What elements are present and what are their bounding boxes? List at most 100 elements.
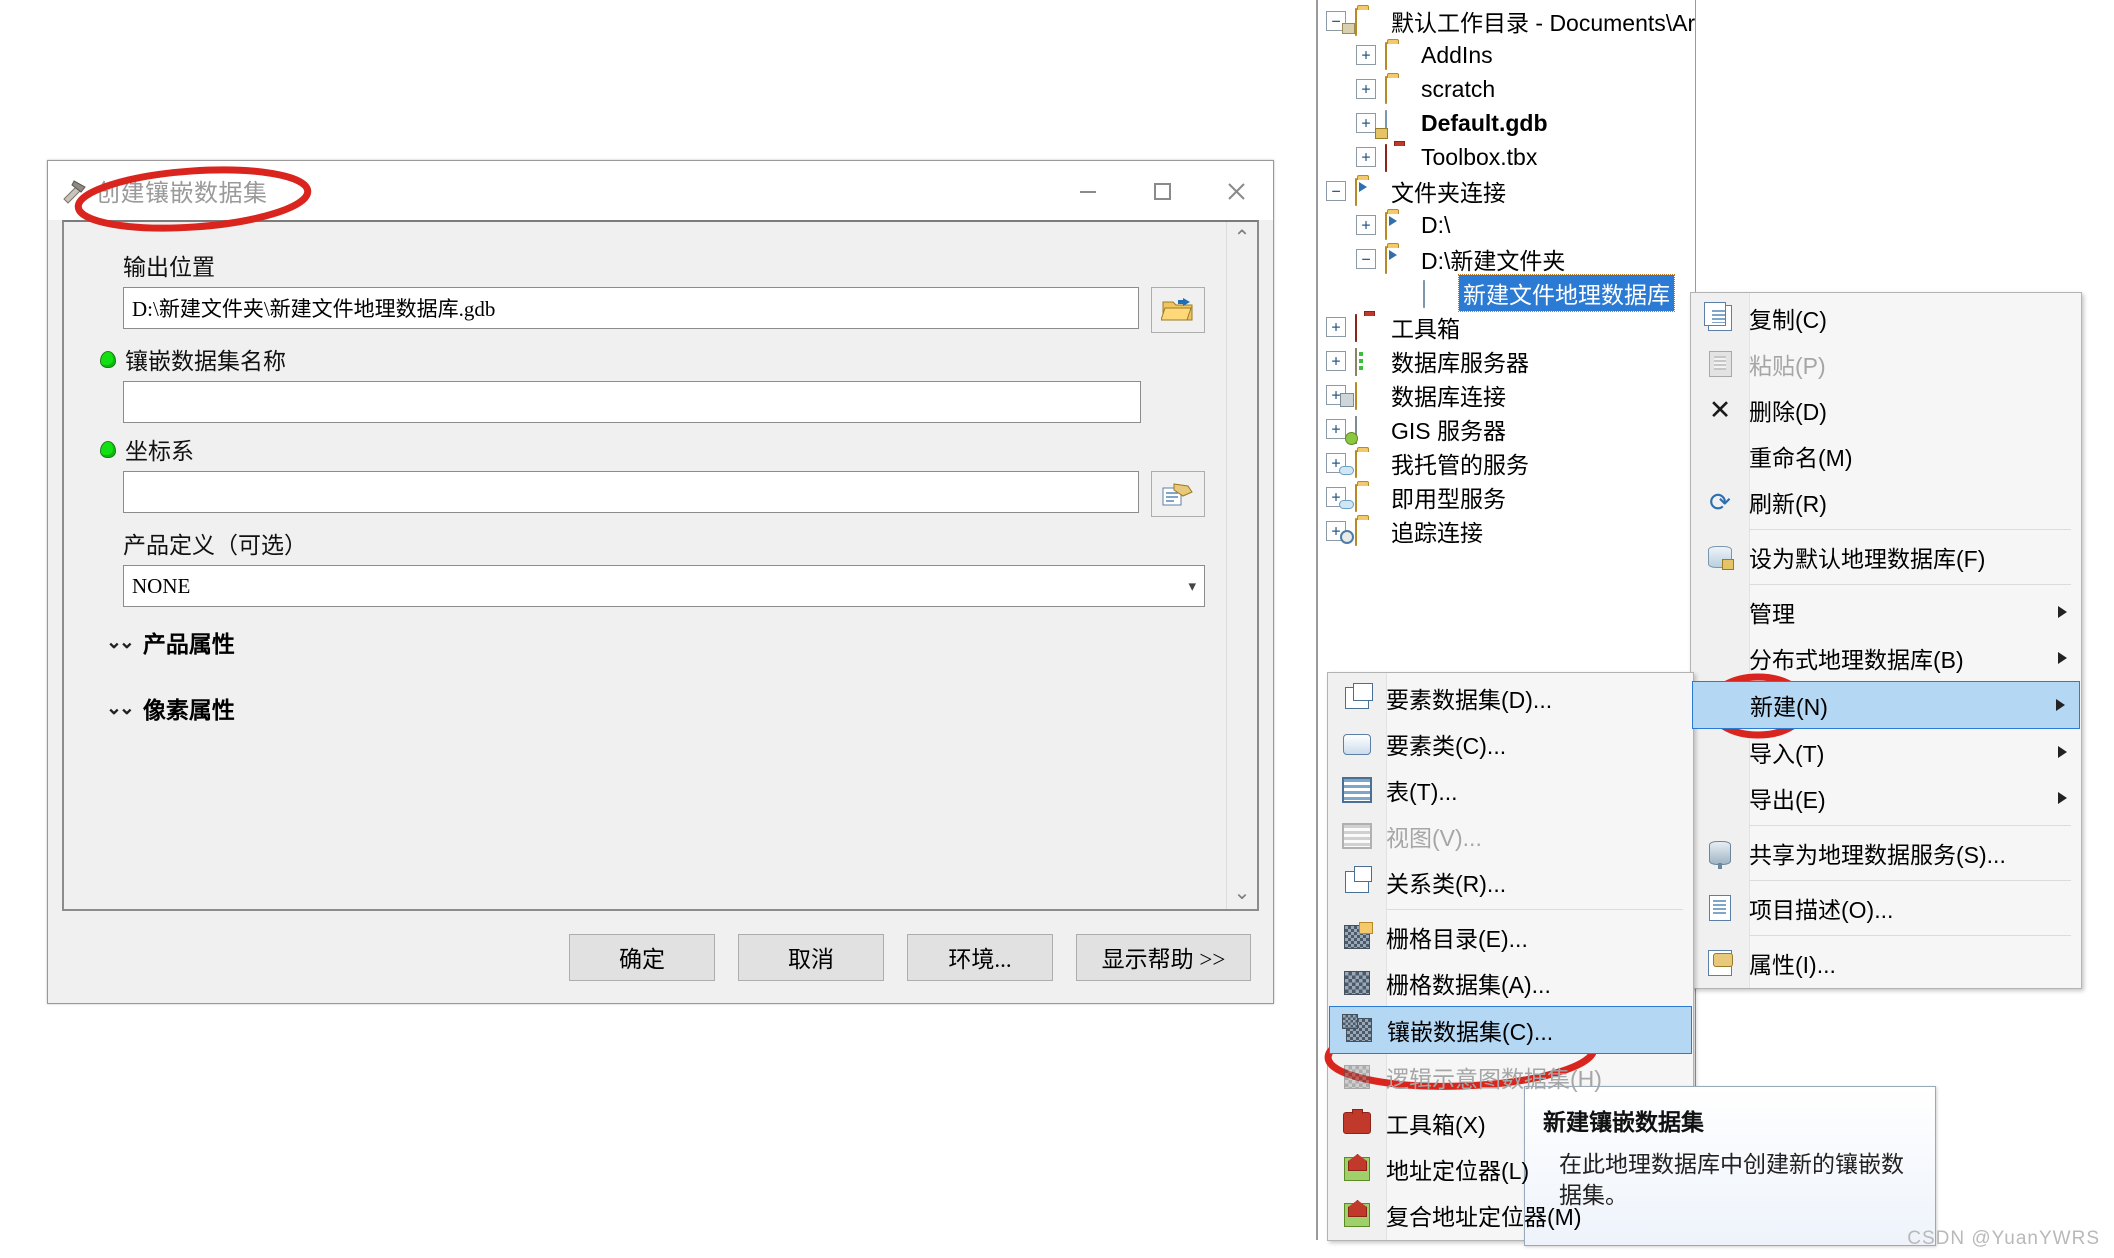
watermark: CSDN @YuanYWRS (1907, 1228, 2100, 1249)
submenu-item-view: 视图(V)... (1328, 813, 1693, 859)
address-locator-icon (1342, 1155, 1372, 1183)
hammer-icon (60, 178, 90, 204)
ok-button[interactable]: 确定 (569, 933, 715, 981)
tree-item-default-workspace[interactable]: − 默认工作目录 - Documents\ArcGIS (1318, 4, 1695, 38)
tree-item-addins[interactable]: + AddIns (1318, 38, 1695, 72)
database-connection-icon (1355, 382, 1383, 410)
tree-item-tracking-connections[interactable]: + 追踪连接 (1318, 514, 1695, 548)
submenu-item-relationship-class[interactable]: 关系类(R)... (1328, 859, 1693, 905)
submenu-item-composite-address-locator[interactable]: 复合地址定位器(M) (1328, 1192, 1693, 1238)
tree-item-new-file-geodatabase[interactable]: 新建文件地理数据库 (1318, 274, 1695, 312)
tree-item-drive-d[interactable]: + D:\ (1318, 208, 1695, 242)
submenu-item-feature-dataset[interactable]: 要素数据集(D)... (1328, 675, 1693, 721)
menu-item-distributed-geodatabase[interactable]: 分布式地理数据库(B) (1691, 635, 2081, 681)
folder-icon (1385, 76, 1413, 104)
menu-item-export[interactable]: 导出(E) (1691, 775, 2081, 821)
dialog-titlebar: 创建镶嵌数据集 (48, 161, 1273, 220)
output-location-input[interactable]: D:\新建文件夹\新建文件地理数据库.gdb (123, 287, 1139, 329)
collapse-icon[interactable]: − (1326, 181, 1346, 201)
scroll-up-icon[interactable]: ⌃ (1234, 228, 1251, 248)
submenu-item-feature-class[interactable]: 要素类(C)... (1328, 721, 1693, 767)
share-icon (1705, 839, 1735, 869)
collapse-icon[interactable]: − (1356, 249, 1376, 269)
expand-icon[interactable]: + (1356, 79, 1376, 99)
spatial-reference-icon[interactable] (1151, 471, 1205, 517)
chevron-double-down-icon: ⌄⌄ (106, 631, 135, 653)
section-product-properties[interactable]: ⌄⌄ 产品属性 (106, 625, 1205, 659)
menu-item-manage[interactable]: 管理 (1691, 589, 2081, 635)
menu-item-rename[interactable]: 重命名(M) (1691, 433, 2081, 479)
database-server-icon (1355, 348, 1383, 376)
menu-item-item-description[interactable]: 项目描述(O)... (1691, 885, 2081, 931)
menu-item-delete[interactable]: ✕ 删除(D) (1691, 387, 2081, 433)
close-button[interactable] (1199, 161, 1273, 220)
form-fields: 输出位置 D:\新建文件夹\新建文件地理数据库.gdb 镶嵌数据集名称 坐标系 … (64, 222, 1227, 909)
table-icon (1342, 776, 1372, 804)
coordinate-system-label: 坐标系 (100, 432, 1205, 466)
tree-item-scratch[interactable]: + scratch (1318, 72, 1695, 106)
coordinate-system-row (100, 471, 1205, 517)
tree-item-my-hosted-services[interactable]: + 我托管的服务 (1318, 446, 1695, 480)
expand-icon[interactable]: + (1326, 419, 1346, 439)
menu-separator (1749, 880, 2071, 881)
menu-item-refresh[interactable]: ⟳ 刷新(R) (1691, 479, 2081, 525)
tree-item-folder-connections[interactable]: − 文件夹连接 (1318, 174, 1695, 208)
folder-open-icon[interactable] (1151, 287, 1205, 333)
menu-item-copy[interactable]: 复制(C) (1691, 295, 2081, 341)
tree-item-database-connections[interactable]: + 数据库连接 (1318, 378, 1695, 412)
folder-connection-icon (1355, 178, 1383, 206)
maximize-button[interactable] (1125, 161, 1199, 220)
tree-item-new-folder[interactable]: − D:\新建文件夹 (1318, 242, 1695, 276)
tree-item-ready-to-use-services[interactable]: + 即用型服务 (1318, 480, 1695, 514)
section-pixel-properties[interactable]: ⌄⌄ 像素属性 (106, 691, 1205, 725)
expand-icon[interactable]: + (1356, 113, 1376, 133)
tree-item-database-servers[interactable]: + 数据库服务器 (1318, 344, 1695, 378)
no-icon (1705, 644, 1735, 672)
tree-item-toolboxes[interactable]: + 工具箱 (1318, 310, 1695, 344)
geodatabase-context-menu[interactable]: 复制(C) 粘贴(P) ✕ 删除(D) 重命名(M) ⟳ 刷新(R) 设为默认地… (1690, 292, 2082, 989)
expand-icon[interactable]: + (1326, 317, 1346, 337)
cloud-folder-icon (1355, 484, 1383, 512)
cancel-button[interactable]: 取消 (738, 933, 884, 981)
submenu-item-table[interactable]: 表(T)... (1328, 767, 1693, 813)
tracking-folder-icon (1355, 518, 1383, 546)
gis-server-icon (1355, 416, 1383, 444)
submenu-item-mosaic-dataset[interactable]: 镶嵌数据集(C)... (1329, 1006, 1692, 1054)
expand-icon[interactable]: + (1356, 45, 1376, 65)
mosaic-name-row (100, 381, 1205, 423)
no-icon (1705, 738, 1735, 766)
menu-item-new[interactable]: 新建(N) (1692, 681, 2080, 729)
feature-class-icon (1342, 730, 1372, 758)
environments-button[interactable]: 环境... (907, 933, 1053, 981)
expand-icon[interactable]: + (1326, 351, 1346, 371)
expand-icon[interactable]: + (1356, 147, 1376, 167)
submenu-item-toolbox[interactable]: 工具箱(X) (1328, 1100, 1693, 1146)
submenu-item-raster-catalog[interactable]: 栅格目录(E)... (1328, 914, 1693, 960)
menu-item-set-default-geodatabase[interactable]: 设为默认地理数据库(F) (1691, 534, 2081, 580)
menu-item-share-as-geodata-service[interactable]: 共享为地理数据服务(S)... (1691, 830, 2081, 876)
tree-item-toolbox-tbx[interactable]: + Toolbox.tbx (1318, 140, 1695, 174)
mosaic-name-label: 镶嵌数据集名称 (100, 342, 1205, 376)
scroll-down-icon[interactable]: ⌄ (1234, 883, 1251, 903)
submenu-item-address-locator[interactable]: 地址定位器(L) (1328, 1146, 1693, 1192)
properties-icon (1705, 949, 1735, 977)
menu-item-properties[interactable]: 属性(I)... (1691, 940, 2081, 986)
required-dot-icon (100, 440, 116, 458)
menu-item-paste: 粘贴(P) (1691, 341, 2081, 387)
new-submenu[interactable]: 要素数据集(D)... 要素类(C)... 表(T)... 视图(V)... 关… (1327, 672, 1694, 1241)
coordinate-system-input[interactable] (123, 471, 1139, 513)
expand-icon[interactable]: + (1356, 215, 1376, 235)
menu-item-import[interactable]: 导入(T) (1691, 729, 2081, 775)
chevron-double-down-icon: ⌄⌄ (106, 697, 135, 719)
view-icon (1342, 822, 1372, 850)
minimize-button[interactable] (1051, 161, 1125, 220)
tree-item-default-gdb[interactable]: + Default.gdb (1318, 106, 1695, 140)
mosaic-name-input[interactable] (123, 381, 1141, 423)
menu-separator (1749, 825, 2071, 826)
form-scrollbar[interactable]: ⌃ ⌄ (1226, 222, 1257, 909)
dialog-form-panel: 输出位置 D:\新建文件夹\新建文件地理数据库.gdb 镶嵌数据集名称 坐标系 … (62, 220, 1259, 911)
submenu-item-raster-dataset[interactable]: 栅格数据集(A)... (1328, 960, 1693, 1006)
tree-item-gis-servers[interactable]: + GIS 服务器 (1318, 412, 1695, 446)
show-help-button[interactable]: 显示帮助 >> (1076, 933, 1251, 981)
product-definition-select[interactable]: NONE ▾ (123, 565, 1205, 607)
